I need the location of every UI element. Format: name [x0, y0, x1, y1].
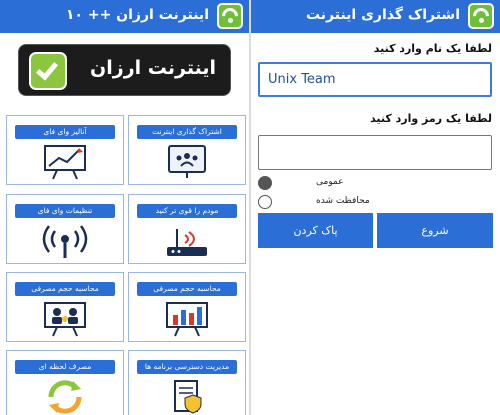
tile-label: مصرف لحظه ای [15, 360, 115, 374]
app-title: اشتراک گذاری اینترنت [305, 7, 460, 23]
name-input[interactable] [260, 64, 490, 95]
shared-network-icon [168, 145, 206, 178]
banner-text: اینترنت ارزان [90, 57, 216, 79]
wifi-app-icon [468, 3, 494, 29]
tile-label: مدیریت دسترسی برنامه ها [137, 360, 237, 374]
radio-public-label: عمومی [316, 177, 344, 187]
tile-usage-calc-2[interactable]: محاسبه حجم مصرفی [6, 272, 124, 342]
app-title: اینترنت ارزان ++ ۱۰ [65, 7, 209, 23]
password-label: لطفا یک رمز وارد کنید [370, 112, 492, 125]
password-input[interactable] [259, 136, 491, 169]
start-button[interactable]: شروع [377, 213, 493, 248]
left-screen: اینترنت ارزان ++ ۱۰ اینترنت ارزان اشتراک… [0, 0, 249, 415]
chart-analysis-icon [44, 145, 86, 180]
check-icon [29, 52, 67, 90]
clear-button[interactable]: پاک کردن [258, 213, 373, 248]
people-money-icon [44, 302, 86, 337]
document-shield-icon [174, 380, 202, 414]
password-field[interactable] [258, 135, 492, 170]
name-field[interactable] [258, 62, 492, 97]
bar-chart-icon [166, 302, 208, 337]
radio-protected-label: محافظت شده [316, 196, 370, 206]
tile-label: محاسبه حجم مصرفی [137, 282, 237, 296]
tile-wifi-analyze[interactable]: آنالیز وای فای [6, 115, 124, 185]
right-screen: اشتراک گذاری اینترنت لطفا یک نام وارد کن… [251, 0, 500, 415]
radio-button[interactable] [258, 195, 272, 209]
tile-label: محاسبه حجم مصرفی [15, 282, 115, 296]
wifi-app-icon [217, 3, 243, 29]
tile-realtime-usage[interactable]: مصرف لحظه ای [6, 350, 124, 415]
tile-share-internet[interactable]: اشتراک گذاری اینترنت [128, 115, 246, 185]
tile-label: آنالیز وای فای [15, 125, 115, 139]
tile-wifi-settings[interactable]: تنظیمات وای فای [6, 194, 124, 264]
radio-public[interactable]: عمومی [258, 175, 494, 193]
refresh-arrows-icon [48, 380, 82, 414]
app-bar: اینترنت ارزان ++ ۱۰ [0, 0, 249, 33]
router-icon [167, 229, 207, 256]
tile-label: اشتراک گذاری اینترنت [137, 125, 237, 139]
name-label: لطفا یک نام وارد کنید [373, 42, 492, 55]
tile-app-access[interactable]: مدیریت دسترسی برنامه ها [128, 350, 246, 415]
app-bar: اشتراک گذاری اینترنت [251, 0, 500, 33]
tile-label: مودم را قوی تر کنید [137, 204, 237, 218]
radio-button-selected[interactable] [258, 176, 272, 190]
tile-label: تنظیمات وای فای [15, 204, 115, 218]
radio-protected[interactable]: محافظت شده [258, 194, 494, 212]
tile-usage-calc-1[interactable]: محاسبه حجم مصرفی [128, 272, 246, 342]
wifi-tower-icon [42, 225, 88, 258]
tile-modem-boost[interactable]: مودم را قوی تر کنید [128, 194, 246, 264]
banner: اینترنت ارزان [18, 44, 231, 96]
